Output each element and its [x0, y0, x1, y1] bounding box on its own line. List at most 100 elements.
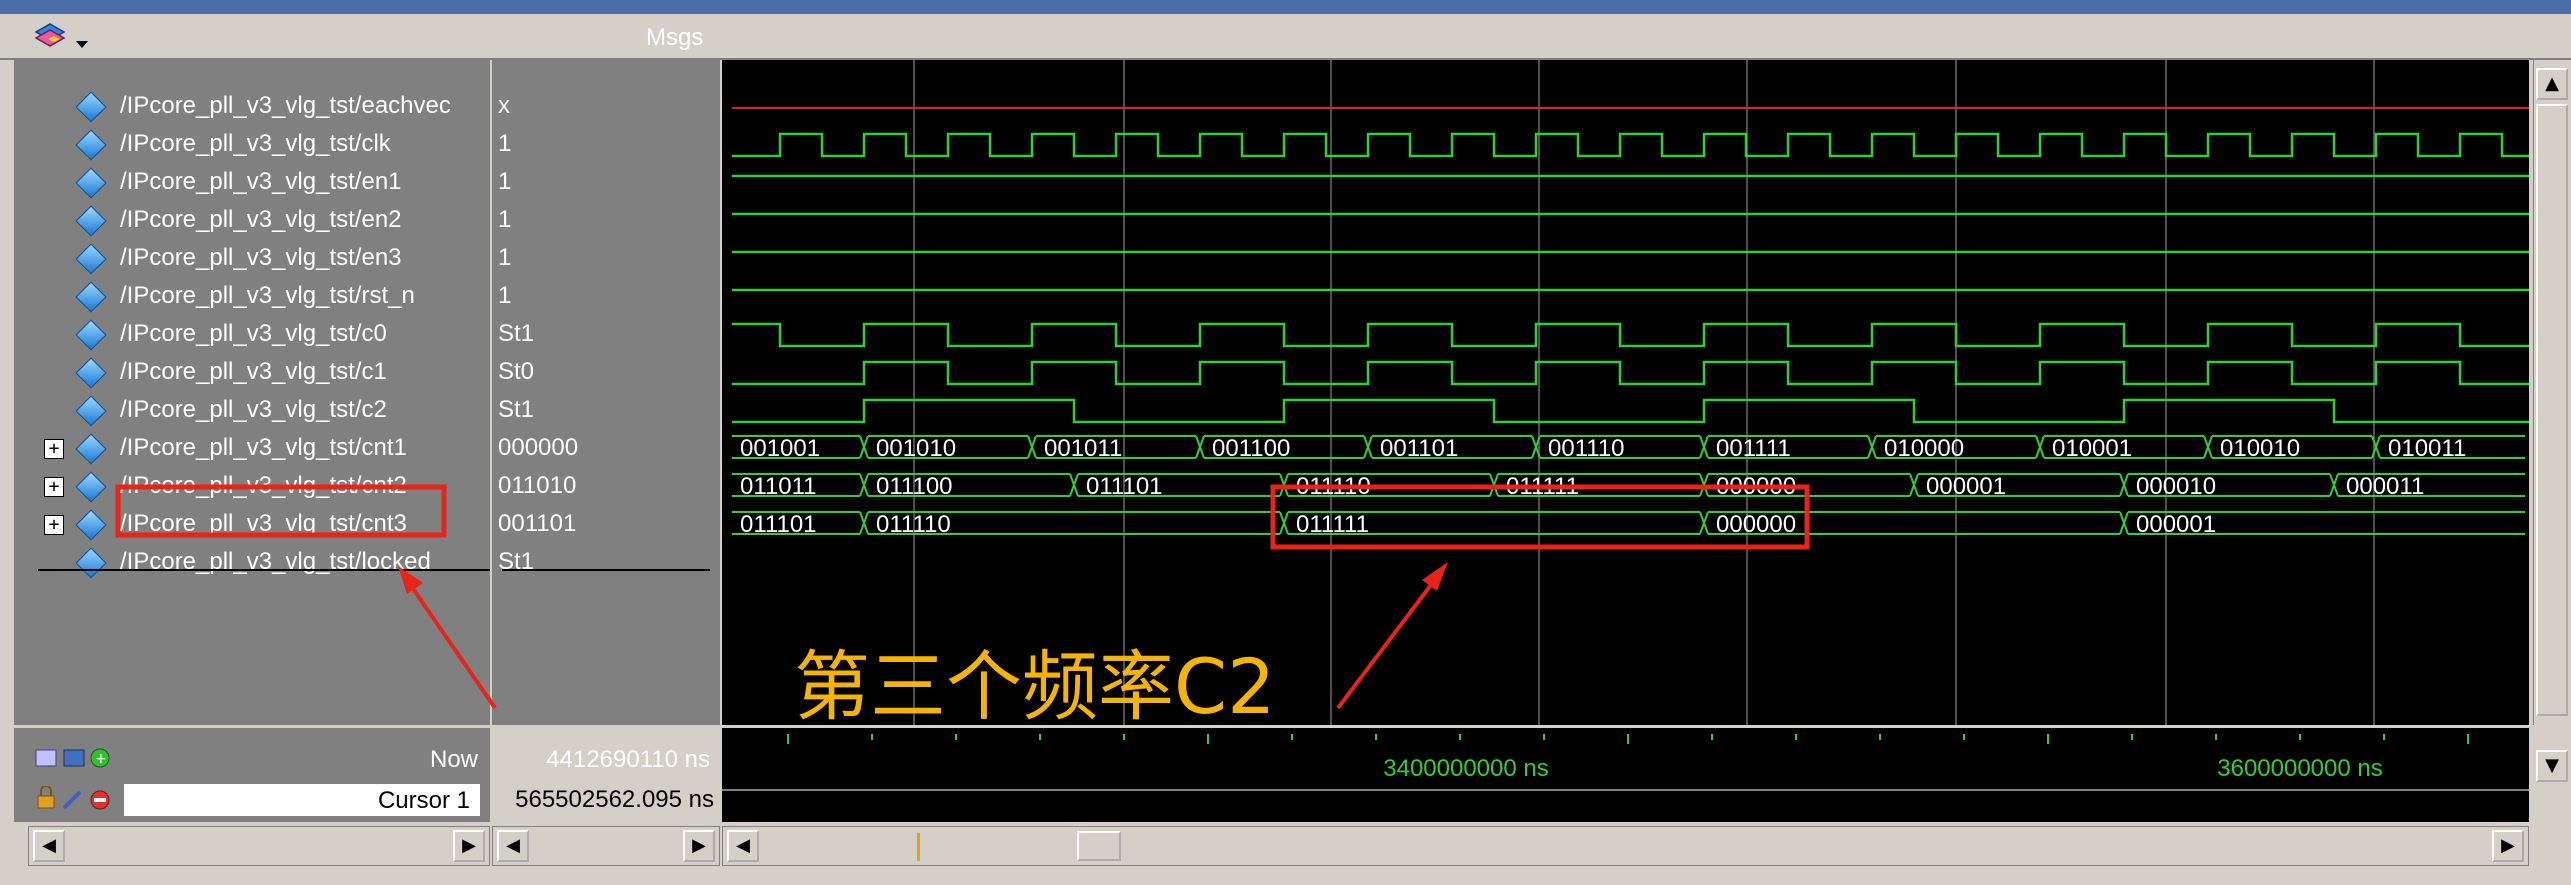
- ruler-tick-label: 3600000000 ns: [2217, 755, 2383, 782]
- cnt1-bus-transition: [1867, 435, 1877, 459]
- signal-value: 011010: [498, 472, 577, 499]
- signal-name[interactable]: /IPcore_pll_v3_vlg_tst/c1: [120, 358, 387, 386]
- signal-name[interactable]: /IPcore_pll_v3_vlg_tst/c2: [120, 396, 387, 424]
- cnt3-bus-value-label: 011110: [876, 511, 951, 538]
- cnt1-bus-value-label: 010001: [2052, 435, 2132, 462]
- cnt2-bus-value-label: 011011: [740, 473, 817, 500]
- cnt2-bus-transition: [1279, 473, 1289, 497]
- signal-value: 001101: [498, 510, 577, 537]
- expand-icon[interactable]: +: [44, 439, 64, 459]
- signal-diamond-icon: [75, 129, 107, 161]
- signal-row[interactable]: /IPcore_pll_v3_vlg_tst/en1: [14, 164, 490, 202]
- signal-name[interactable]: /IPcore_pll_v3_vlg_tst/en2: [120, 206, 402, 234]
- signal-row[interactable]: /IPcore_pll_v3_vlg_tst/en3: [14, 240, 490, 278]
- signal-diamond-icon: [75, 205, 107, 237]
- scroll-up-icon[interactable]: ▲: [2536, 68, 2568, 100]
- toolbar-icons-row1: +: [34, 744, 134, 770]
- signal-row[interactable]: /IPcore_pll_v3_vlg_tst/eachvec: [14, 88, 490, 126]
- cnt1-bus-transition: [2035, 435, 2045, 459]
- cnt3-bus-value-label: 011111: [1296, 511, 1369, 538]
- signal-row[interactable]: + /IPcore_pll_v3_vlg_tst/cnt1: [14, 430, 490, 468]
- signal-name[interactable]: /IPcore_pll_v3_vlg_tst/clk: [120, 130, 391, 158]
- signal-name[interactable]: /IPcore_pll_v3_vlg_tst/eachvec: [120, 92, 451, 120]
- signal-value: 1: [498, 244, 512, 271]
- names-hscrollbar[interactable]: ◀ ▶: [28, 826, 490, 866]
- cursor-position-marker: [917, 833, 920, 861]
- scroll-right-icon[interactable]: ▶: [2492, 830, 2524, 862]
- cnt3-bus-transition: [1699, 511, 1709, 535]
- cnt2-bus-value-label: 000000: [1716, 473, 1796, 500]
- expand-icon[interactable]: +: [44, 515, 64, 535]
- ruler-canvas: 3400000000 ns 3600000000 ns: [722, 734, 2529, 791]
- signal-row[interactable]: /IPcore_pll_v3_vlg_tst/rst_n: [14, 278, 490, 316]
- waveform-pane[interactable]: 001001 001010 001011 001100 001101 001110 0011…: [722, 60, 2529, 731]
- scroll-right-icon[interactable]: ▶: [683, 830, 715, 862]
- vertical-scrollbar[interactable]: ▲ ▼: [2533, 60, 2571, 782]
- cnt3-bus-value-label: 000000: [1716, 511, 1796, 538]
- wave-hscrollbar[interactable]: ◀ ▶: [722, 826, 2529, 866]
- cnt1-bus-value-label: 001010: [876, 435, 956, 462]
- signal-diamond-icon: [75, 433, 107, 465]
- now-value: 4412690110 ns: [546, 746, 710, 773]
- wave-toolbar: Msgs: [0, 14, 2571, 60]
- signal-name[interactable]: /IPcore_pll_v3_vlg_tst/cnt3: [120, 510, 407, 538]
- vertical-scroll-thumb[interactable]: [2536, 104, 2568, 716]
- cnt1-bus-value-label: 010011: [2388, 435, 2466, 462]
- signal-row[interactable]: /IPcore_pll_v3_vlg_tst/en2: [14, 202, 490, 240]
- cnt1-bus-transition: [2203, 435, 2213, 459]
- signal-value: St1: [498, 548, 535, 575]
- c2-wave: [732, 398, 2529, 424]
- cnt1-bus-value-label: 001101: [1380, 435, 1458, 462]
- toolbar-icons-row2: [34, 785, 134, 812]
- cnt2-bus-value-label: 000011: [2346, 473, 2424, 500]
- timeline-ruler: 3400000000 ns 3600000000 ns: [722, 728, 2529, 822]
- expand-icon[interactable]: +: [44, 477, 64, 497]
- cnt1-bus-value-label: 001011: [1044, 435, 1122, 462]
- cursor-name-field[interactable]: Cursor 1: [123, 783, 481, 817]
- cnt3-bus-value-label: 000001: [2136, 511, 2216, 538]
- signal-name[interactable]: /IPcore_pll_v3_vlg_tst/cnt1: [120, 434, 407, 462]
- signal-name[interactable]: /IPcore_pll_v3_vlg_tst/rst_n: [120, 282, 415, 310]
- scroll-left-icon[interactable]: ◀: [727, 830, 759, 862]
- cnt1-bus-transition: [2371, 435, 2381, 459]
- cnt1-bus-value-label: 001001: [740, 435, 820, 462]
- scroll-left-icon[interactable]: ◀: [497, 830, 529, 862]
- values-divider-line: [502, 569, 710, 571]
- signal-value: 1: [498, 130, 512, 157]
- signal-name[interactable]: /IPcore_pll_v3_vlg_tst/cnt2: [120, 472, 407, 500]
- c0-wave: [732, 322, 2529, 348]
- cnt1-bus-value-label: 010010: [2220, 435, 2300, 462]
- annotation-label: 第三个频率C2: [794, 642, 1276, 731]
- signal-row[interactable]: /IPcore_pll_v3_vlg_tst/clk: [14, 126, 490, 164]
- ruler-tick-label: 3400000000 ns: [1383, 755, 1549, 782]
- scroll-right-icon[interactable]: ▶: [453, 830, 485, 862]
- signal-name[interactable]: /IPcore_pll_v3_vlg_tst/en3: [120, 244, 402, 272]
- cnt1-bus-transition: [1027, 435, 1037, 459]
- signal-row[interactable]: /IPcore_pll_v3_vlg_tst/c2: [14, 392, 490, 430]
- msgs-column-header: Msgs: [646, 24, 704, 51]
- signal-row[interactable]: + /IPcore_pll_v3_vlg_tst/cnt2: [14, 468, 490, 506]
- scroll-left-icon[interactable]: ◀: [33, 830, 65, 862]
- values-hscrollbar[interactable]: ◀ ▶: [492, 826, 720, 866]
- wave-scroll-thumb[interactable]: [1077, 831, 1121, 861]
- insertion-marker-line: [38, 569, 490, 571]
- signal-diamond-icon: [75, 509, 107, 541]
- scroll-down-icon[interactable]: ▼: [2536, 750, 2568, 782]
- signal-row[interactable]: /IPcore_pll_v3_vlg_tst/c1: [14, 354, 490, 392]
- signal-row[interactable]: /IPcore_pll_v3_vlg_tst/c0: [14, 316, 490, 354]
- signal-row[interactable]: + /IPcore_pll_v3_vlg_tst/cnt3: [14, 506, 490, 544]
- cnt2-bus-value-label: 000001: [1926, 473, 2006, 500]
- signal-name[interactable]: /IPcore_pll_v3_vlg_tst/c0: [120, 320, 387, 348]
- signal-diamond-icon: [75, 319, 107, 351]
- cnt1-bus-value-label: 001111: [1716, 435, 1791, 462]
- signal-name[interactable]: /IPcore_pll_v3_vlg_tst/locked: [120, 548, 431, 576]
- cnt2-bus-transition: [859, 473, 869, 497]
- signal-name[interactable]: /IPcore_pll_v3_vlg_tst/en1: [120, 168, 402, 196]
- signal-value: 1: [498, 206, 512, 233]
- signal-row[interactable]: /IPcore_pll_v3_vlg_tst/locked: [14, 544, 490, 582]
- layers-icon[interactable]: [32, 20, 72, 54]
- cnt2-bus-transition: [2329, 473, 2339, 497]
- signal-value: 1: [498, 282, 512, 309]
- chevron-down-icon[interactable]: [76, 36, 88, 48]
- cnt3-bus-transition: [859, 511, 869, 535]
